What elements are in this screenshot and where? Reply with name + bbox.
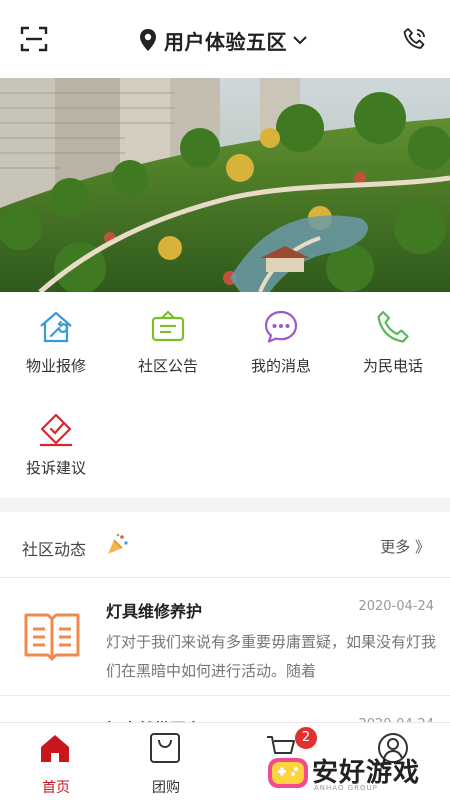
tab-group-buy[interactable]: 团购 <box>110 723 222 800</box>
cart-badge: 2 <box>295 727 317 749</box>
chat-bubble-icon <box>264 310 298 343</box>
phone-icon <box>377 310 409 343</box>
quick-action-label: 我的消息 <box>250 357 311 375</box>
section-divider <box>0 498 450 512</box>
quick-actions-grid: 物业报修 社区公告 我的消息 为民电话 投诉建议 <box>0 292 450 498</box>
more-link[interactable]: 更多 》 <box>380 536 430 557</box>
quick-action-label: 投诉建议 <box>25 459 86 477</box>
community-section-header: 社区动态 更多 》 <box>0 512 450 578</box>
quick-action-repair[interactable]: 物业报修 <box>0 292 112 388</box>
tab-label: 团购 <box>152 780 180 796</box>
chevron-down-icon <box>293 36 307 45</box>
top-bar: 用户体验五区 <box>0 0 450 78</box>
quick-action-complaint[interactable]: 投诉建议 <box>0 394 112 490</box>
open-book-icon <box>24 613 80 661</box>
news-date: 2020-04-24 <box>358 599 434 614</box>
banner-illustration <box>0 78 450 292</box>
quick-action-label: 为民电话 <box>362 357 423 375</box>
repair-house-icon <box>40 311 72 343</box>
shopping-bag-icon <box>150 733 180 763</box>
quick-action-label: 社区公告 <box>137 357 198 375</box>
party-popper-icon <box>108 533 128 554</box>
location-pin-icon <box>140 29 156 51</box>
location-selector[interactable]: 用户体验五区 <box>138 24 308 56</box>
watermark: 安好游戏 ANHAO GROUP <box>262 748 442 796</box>
quick-action-notice[interactable]: 社区公告 <box>112 292 224 388</box>
news-item[interactable]: 灯具维修养护 2020-04-24 灯对于我们来说有多重要毋庸置疑，如果没有灯我… <box>0 578 450 696</box>
quick-action-label: 物业报修 <box>25 357 86 375</box>
scan-icon[interactable] <box>20 25 48 53</box>
news-title: 灯具维修养护 <box>106 602 203 621</box>
tab-home[interactable]: 首页 <box>0 723 112 800</box>
phone-icon[interactable] <box>402 26 428 52</box>
watermark-subtext: ANHAO GROUP <box>314 784 378 792</box>
section-title: 社区动态 <box>22 540 87 559</box>
tab-label: 首页 <box>42 780 70 796</box>
home-icon <box>41 735 69 762</box>
banner-image[interactable] <box>0 78 450 292</box>
gamepad-logo-icon <box>268 758 308 788</box>
quick-action-messages[interactable]: 我的消息 <box>225 292 337 388</box>
news-summary: 灯对于我们来说有多重要毋庸置疑，如果没有灯我们在黑暗中如何进行活动。随着 <box>106 633 436 680</box>
community-title: 用户体验五区 <box>164 29 287 54</box>
complaint-icon <box>40 413 72 447</box>
notice-board-icon <box>151 310 185 342</box>
quick-action-hotline[interactable]: 为民电话 <box>337 292 449 388</box>
